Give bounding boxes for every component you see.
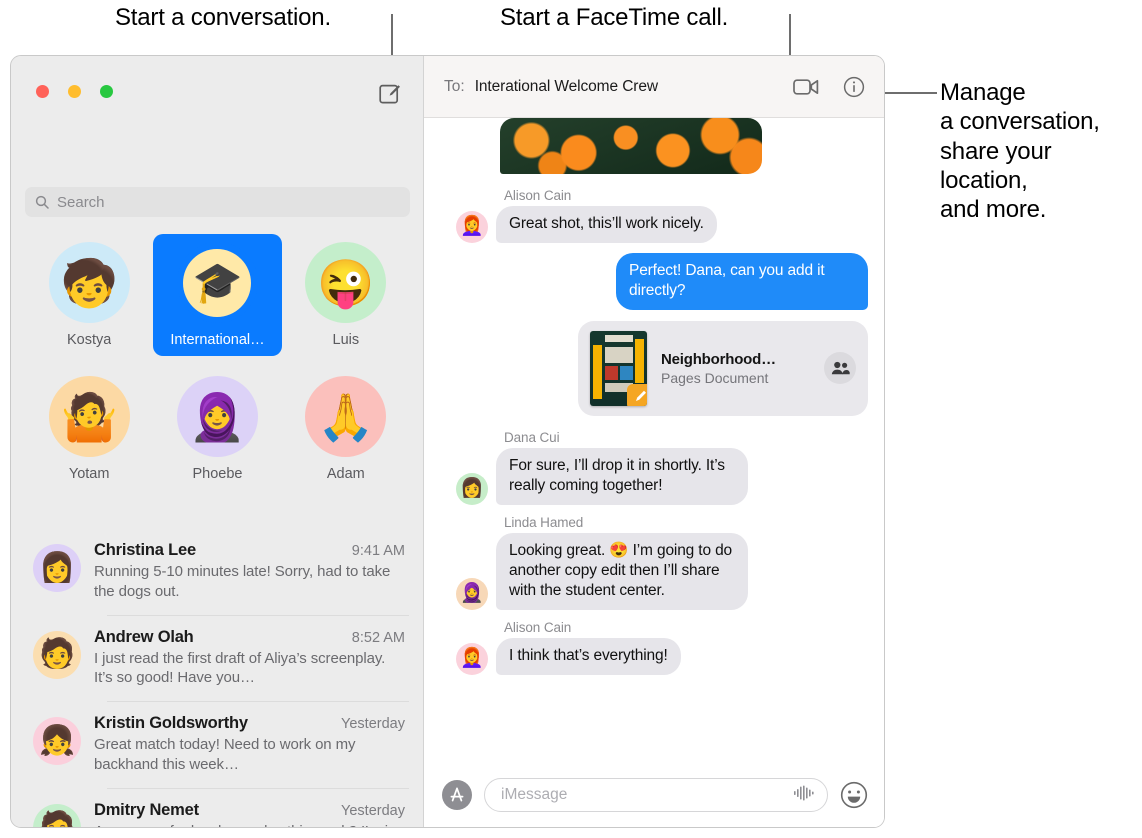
message-sender: Dana Cui: [504, 430, 870, 445]
conversation-pane: To: Interational Welcome Crew: [424, 56, 884, 827]
conversation-time: Yesterday: [341, 803, 405, 819]
app-store-icon[interactable]: [442, 780, 472, 810]
callout-info: Manage a conversation, share your locati…: [940, 78, 1100, 224]
composer-bar: iMessage: [424, 763, 884, 827]
avatar: 🧒: [49, 242, 130, 323]
list-item[interactable]: 🧑 Andrew Olah 8:52 AM I just read the fi…: [11, 615, 423, 702]
window-controls: [36, 85, 113, 98]
avatar: 👩‍🦰: [456, 211, 488, 243]
message-bubble-outgoing[interactable]: Perfect! Dana, can you add it directly?: [616, 253, 868, 310]
smiley-face-icon[interactable]: [840, 781, 868, 809]
info-circle-icon[interactable]: [840, 73, 868, 101]
conversation-time: 8:52 AM: [352, 630, 405, 646]
minimize-button[interactable]: [68, 85, 81, 98]
pinned-item-label: Yotam: [69, 466, 110, 482]
avatar: 👩: [33, 544, 81, 592]
sidebar: Search 🧒 Kostya 🎓 International… 😜 Luis: [11, 56, 424, 827]
list-item[interactable]: 👧 Kristin Goldsworthy Yesterday Great ma…: [11, 701, 423, 788]
conversation-name: Kristin Goldsworthy: [94, 714, 248, 733]
pinned-item-label: Luis: [333, 332, 360, 348]
pinned-item-yotam[interactable]: 🤷 Yotam: [25, 368, 153, 490]
list-item[interactable]: 👩 Christina Lee 9:41 AM Running 5-10 min…: [11, 528, 423, 615]
video-camera-icon[interactable]: [792, 73, 820, 101]
message-sender: Alison Cain: [504, 620, 870, 635]
pinned-conversations: 🧒 Kostya 🎓 International… 😜 Luis 🤷 Yotam: [25, 234, 410, 490]
people-icon[interactable]: [824, 352, 856, 384]
avatar: 😜: [305, 242, 386, 323]
avatar: 🧑: [33, 804, 81, 828]
pages-app-icon: [627, 384, 647, 406]
photo-attachment[interactable]: [500, 118, 762, 174]
search-placeholder: Search: [57, 194, 105, 211]
conversation-header: To: Interational Welcome Crew: [424, 56, 884, 118]
pinned-item-international[interactable]: 🎓 International…: [153, 234, 281, 356]
conversation-name: Dmitry Nemet: [94, 801, 199, 820]
pinned-item-luis[interactable]: 😜 Luis: [282, 234, 410, 356]
conversation-name: Andrew Olah: [94, 628, 194, 647]
avatar: 🎓: [177, 242, 258, 323]
list-item[interactable]: 🧑 Dmitry Nemet Yesterday Are you up for …: [11, 788, 423, 828]
message-bubble-incoming[interactable]: For sure, I’ll drop it in shortly. It’s …: [496, 448, 748, 505]
avatar: 🧑: [33, 631, 81, 679]
conversation-preview: I just read the first draft of Aliya’s s…: [94, 649, 405, 689]
conversation-preview: Running 5-10 minutes late! Sorry, had to…: [94, 562, 405, 602]
document-subtitle: Pages Document: [661, 370, 810, 386]
pinned-item-label: Adam: [327, 466, 365, 482]
document-attachment[interactable]: Neighborhood… Pages Document: [578, 321, 868, 416]
message-bubble-incoming[interactable]: I think that’s everything!: [496, 638, 681, 675]
conversation-name: Christina Lee: [94, 541, 196, 560]
message-bubble-incoming[interactable]: Great shot, this’ll work nicely.: [496, 206, 717, 243]
callout-compose: Start a conversation.: [115, 3, 331, 32]
message-group: Dana Cui 👩 For sure, I’ll drop it in sho…: [442, 430, 870, 505]
maximize-button[interactable]: [100, 85, 113, 98]
search-input[interactable]: Search: [25, 187, 410, 217]
pinned-item-adam[interactable]: 🙏 Adam: [282, 368, 410, 490]
message-group: Linda Hamed 🧕 Looking great. 😍 I’m going…: [442, 515, 870, 610]
compose-icon[interactable]: [379, 82, 401, 104]
document-thumbnail: [590, 331, 647, 406]
avatar: 🤷: [49, 376, 130, 457]
imessage-input[interactable]: iMessage: [484, 778, 828, 812]
pinned-item-label: Phoebe: [192, 466, 242, 482]
close-button[interactable]: [36, 85, 49, 98]
message-sender: Alison Cain: [504, 188, 870, 203]
document-title: Neighborhood…: [661, 351, 810, 368]
recipient-field[interactable]: Interational Welcome Crew: [475, 78, 658, 96]
avatar: 👩‍🦰: [456, 643, 488, 675]
messages-window: Search 🧒 Kostya 🎓 International… 😜 Luis: [10, 55, 885, 828]
message-group: Alison Cain 👩‍🦰 Great shot, this’ll work…: [442, 188, 870, 243]
conversation-preview: Great match today! Need to work on my ba…: [94, 735, 405, 775]
avatar: 🙏: [305, 376, 386, 457]
message-sender: Linda Hamed: [504, 515, 870, 530]
avatar: 🧕: [177, 376, 258, 457]
avatar: 👩: [456, 473, 488, 505]
avatar: 👧: [33, 717, 81, 765]
pinned-item-phoebe[interactable]: 🧕 Phoebe: [153, 368, 281, 490]
search-icon: [35, 195, 49, 209]
conversation-time: Yesterday: [341, 716, 405, 732]
message-bubble-incoming[interactable]: Looking great. 😍 I’m going to do another…: [496, 533, 748, 610]
imessage-placeholder: iMessage: [501, 786, 793, 804]
pinned-item-label: Kostya: [67, 332, 111, 348]
conversation-time: 9:41 AM: [352, 543, 405, 559]
pinned-item-kostya[interactable]: 🧒 Kostya: [25, 234, 153, 356]
message-group: Alison Cain 👩‍🦰 I think that’s everythin…: [442, 620, 870, 675]
audio-waveform-icon[interactable]: [793, 785, 815, 806]
message-thread[interactable]: Alison Cain 👩‍🦰 Great shot, this’ll work…: [424, 118, 884, 763]
pinned-item-label: International…: [170, 332, 264, 348]
avatar: 🧕: [456, 578, 488, 610]
conversation-list: 👩 Christina Lee 9:41 AM Running 5-10 min…: [11, 528, 423, 827]
conversation-preview: Are you up for lunch one day this week? …: [94, 822, 405, 828]
to-label: To:: [444, 78, 465, 96]
callout-facetime: Start a FaceTime call.: [500, 3, 728, 32]
